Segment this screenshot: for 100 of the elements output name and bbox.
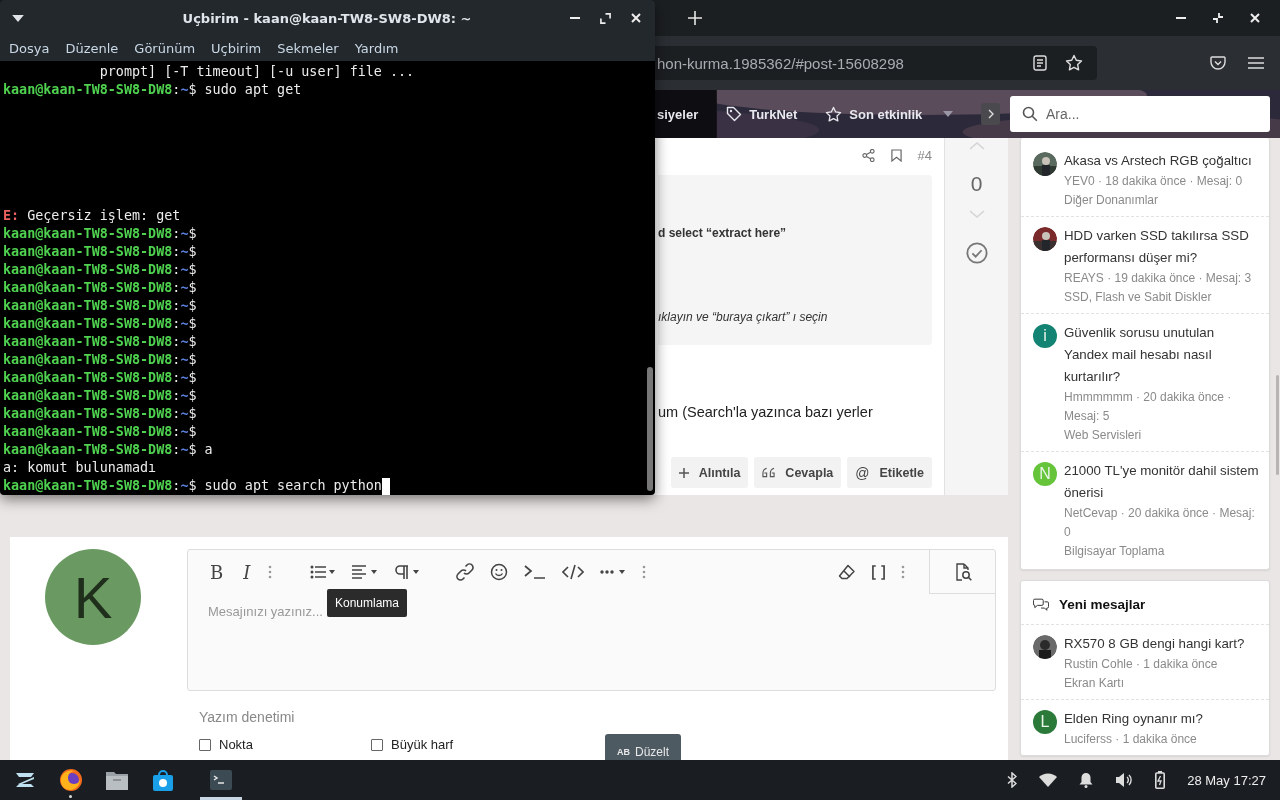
paragraph-icon[interactable] [394,565,421,579]
menu-item[interactable]: Yardım [354,41,399,56]
menu-item[interactable]: Düzenle [65,41,119,56]
volume-icon[interactable] [1115,772,1134,788]
menu-icon[interactable] [1248,57,1264,69]
shopping-bag-icon[interactable] [150,768,175,792]
spellcheck-title: Yazım denetimi [199,709,296,725]
brackets-icon[interactable] [872,564,885,580]
thread-meta: NetCevap · 20 dakika önce · Mesaj: 0 [1064,505,1256,541]
thread-category[interactable]: Diğer Donanımlar [1064,191,1261,210]
checkbox[interactable] [371,738,383,751]
checkbox-label[interactable]: Nokta [219,737,253,752]
user-avatar: L [1033,710,1057,734]
terminal-line: kaan@kaan-TW8-SW8-DW8:~$ [3,315,198,333]
user-avatar: i [1033,324,1057,348]
chat-icon [1033,598,1049,611]
post-action-button[interactable]: Alıntıla [670,457,749,488]
post-action-button[interactable]: Cevapla [754,457,842,488]
more-options-icon[interactable] [642,565,647,579]
more-options-icon[interactable] [901,565,905,579]
checkbox[interactable] [199,738,211,751]
thread-title[interactable]: Elden Ring oynanır mı? [1064,708,1261,730]
bookmark-star-icon[interactable] [1065,54,1083,72]
terminal-code-icon[interactable] [524,565,547,579]
battery-icon[interactable] [1155,771,1166,789]
thread-title[interactable]: RX570 8 GB dengi hangi kart? [1064,633,1261,655]
close-icon[interactable] [631,13,641,23]
italic-button[interactable]: I [241,561,253,583]
user-avatar: K [45,549,141,645]
folder-icon[interactable] [104,769,129,791]
close-icon[interactable] [1250,13,1260,23]
terminal-icon[interactable] [209,768,233,792]
thread-title[interactable]: HDD varken SSD takılırsa SSD performansı düşer mi? [1064,225,1261,269]
post-action-button[interactable]: @ Etiketle [847,457,932,488]
message-editor[interactable]: B I Mesajınızı yazınız... Konumlama [187,549,996,691]
link-icon[interactable] [456,563,475,581]
eraser-icon[interactable] [838,564,856,580]
post-number[interactable]: #4 [917,147,932,163]
bold-button[interactable]: B [208,561,226,583]
thread-title[interactable]: Güvenlik sorusu unutulan Yandex mail hesabı nasıl kurtarılır? [1064,322,1261,388]
clock[interactable]: 28 May 17:27 [1187,772,1266,788]
quote-text: ıklayın ve “buraya çıkart” ı seçin [658,310,829,324]
menu-item[interactable]: Dosya [9,41,50,56]
more-icon[interactable] [600,568,627,576]
terminal-line: kaan@kaan-TW8-SW8-DW8:~$ [3,297,198,315]
nav-link[interactable]: siyeler [657,106,699,122]
terminal-line: kaan@kaan-TW8-SW8-DW8:~$ [3,405,198,423]
pocket-icon[interactable] [1210,56,1226,70]
thread-category[interactable]: Web Servisleri [1064,426,1261,445]
checkbox-label[interactable]: Büyük harf [391,737,454,752]
thread-category[interactable]: Bilgisayar Toplama [1064,542,1261,561]
align-icon[interactable] [352,565,379,579]
scroll-right-button[interactable] [981,103,1000,125]
fix-button[interactable]: AB Düzelt [605,734,681,760]
address-bar[interactable]: hon-kurma.1985362/#post-15608298 [655,46,1097,80]
more-options-icon[interactable] [268,565,273,579]
restore-icon[interactable] [1212,12,1224,24]
thread-title[interactable]: Akasa vs Arstech RGB çoğaltıcı [1064,150,1261,172]
thread-category[interactable]: Ekran Kartı [1064,674,1261,693]
code-icon[interactable] [562,564,585,580]
quote-icon[interactable] [762,467,776,478]
thread-category[interactable]: SSD, Flash ve Sabit Diskler [1064,288,1261,307]
share-icon[interactable] [861,148,875,162]
chevron-right-icon[interactable] [987,109,994,119]
smiley-icon[interactable] [490,563,509,581]
terminal-line: kaan@kaan-TW8-SW8-DW8:~$ [3,261,198,279]
window-menu-icon[interactable] [12,14,24,22]
reader-view-icon[interactable] [1033,55,1047,71]
terminal-line: kaan@kaan-TW8-SW8-DW8:~$ [3,351,198,369]
nav-link[interactable]: Son etkinlik [825,105,954,123]
wifi-icon[interactable] [1039,773,1058,787]
menu-item[interactable]: Görünüm [134,41,196,56]
scrollbar[interactable] [1276,375,1279,475]
terminal-line: kaan@kaan-TW8-SW8-DW8:~$ [3,423,198,441]
maximize-icon[interactable] [600,12,611,24]
search-field[interactable]: Ara... [1010,96,1270,132]
quote-text: d select “extract here” [658,226,788,240]
post-text: um (Search'la yazınca bazı yerler [658,404,874,420]
bell-icon[interactable] [1079,772,1094,788]
new-tab-icon[interactable] [688,11,702,25]
menu-item[interactable]: Uçbirim [211,41,262,56]
thread-title[interactable]: 21000 TL'ye monitör dahil sistem önerisi [1064,460,1261,504]
terminal-line: kaan@kaan-TW8-SW8-DW8:~$ a [3,441,214,459]
preview-icon[interactable] [953,562,972,581]
terminal-line: kaan@kaan-TW8-SW8-DW8:~$ [3,225,198,243]
thread-meta: REAYS · 19 dakika önce · Mesaj: 3 [1064,270,1253,287]
nav-link[interactable]: TurkNet [726,106,798,122]
star-icon [825,105,843,123]
browser-icon[interactable] [58,768,83,792]
terminal-line: E: Geçersiz işlem: get [3,207,182,225]
thread-meta: Rustin Cohle · 1 dakika önce [1064,656,1219,673]
bookmark-icon[interactable] [890,148,902,162]
check-circle-icon[interactable] [965,242,988,264]
caret-icon[interactable] [943,111,954,117]
bluetooth-icon[interactable] [1007,772,1018,788]
terminal-line: kaan@kaan-TW8-SW8-DW8:~$ [3,333,198,351]
plus-icon[interactable] [678,467,689,478]
menu-item[interactable]: Sekmeler [277,41,339,56]
terminal-line: a: komut bulunamadı [3,459,158,477]
list-icon[interactable] [310,565,337,579]
